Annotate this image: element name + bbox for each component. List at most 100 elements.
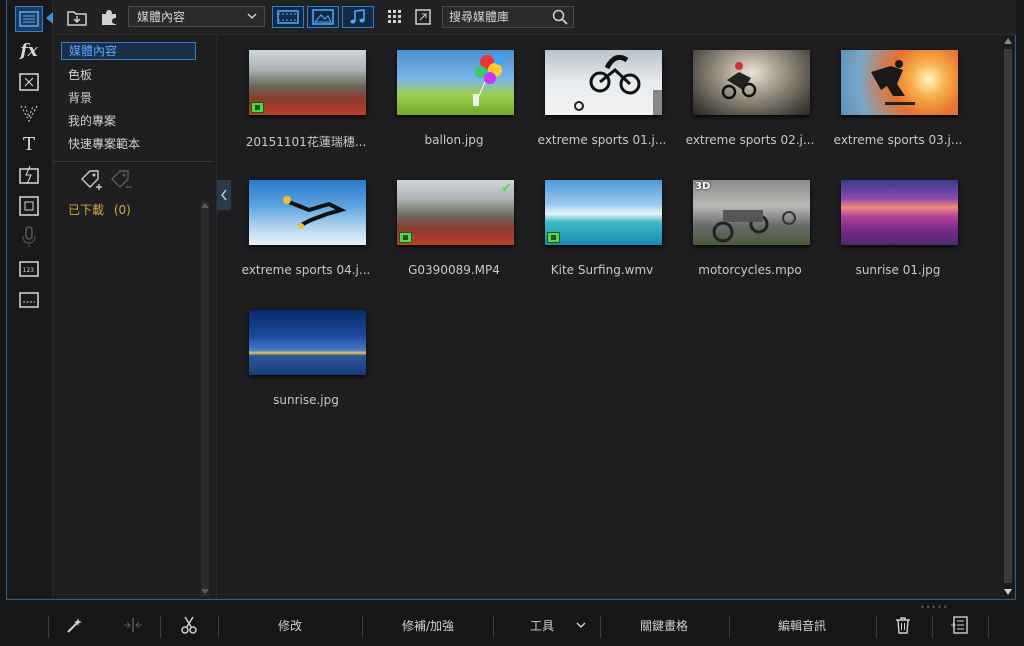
add-tag-button[interactable]: [79, 169, 103, 193]
thumbnail-skateboard-sunset: [841, 50, 958, 115]
collapse-category-panel-button[interactable]: [217, 180, 231, 210]
audio-mixing-room-button[interactable]: [15, 193, 43, 219]
scroll-up-arrow-icon[interactable]: [201, 203, 209, 208]
filter-image-button[interactable]: [307, 6, 339, 28]
keyframe-button[interactable]: 關鍵畫格: [630, 616, 698, 636]
media-tile[interactable]: ballon.jpg: [380, 35, 528, 147]
media-tile[interactable]: extreme sports 03.j...: [824, 35, 972, 147]
category-color-boards[interactable]: 色板: [61, 66, 196, 84]
media-tile[interactable]: ✔ G0390089.MP4: [380, 165, 528, 277]
search-input[interactable]: [443, 9, 551, 25]
thumbnail-rafting-clip: ✔: [397, 180, 514, 245]
scroll-down-arrow-icon[interactable]: [1004, 589, 1012, 595]
tools-button[interactable]: 工具: [520, 616, 564, 636]
trash-icon: [896, 617, 910, 634]
title-t-icon: T: [22, 133, 35, 155]
transition-room-button[interactable]: [15, 162, 43, 188]
category-scrollbar[interactable]: [201, 201, 209, 596]
scroll-up-arrow-icon[interactable]: [1004, 38, 1012, 44]
magic-wand-icon: [67, 618, 82, 633]
tools-dropdown-button[interactable]: [570, 614, 592, 636]
category-my-projects[interactable]: 我的專案: [61, 112, 196, 130]
expand-library-button[interactable]: [412, 7, 434, 27]
library-category-panel: 媒體內容 色板 背景 我的專案 快速專案範本 已下載 (0): [53, 35, 217, 598]
plugins-button[interactable]: [98, 7, 120, 27]
media-tile[interactable]: 3D motorcycles.mpo: [676, 165, 824, 277]
library-toolbar: 媒體內容: [53, 0, 1016, 35]
media-library-grid: 20151101花蓮瑞穗... ballon.jpg extreme sport…: [232, 35, 1002, 598]
checkmark-icon: ✔: [501, 181, 512, 196]
fix-enhance-button[interactable]: 修補/加強: [392, 616, 464, 636]
video-file-icon: [251, 102, 264, 113]
title-room-button[interactable]: T: [15, 131, 43, 157]
expand-window-icon: [415, 9, 431, 25]
media-file-name: extreme sports 04.j...: [241, 263, 371, 277]
media-room-button[interactable]: [15, 6, 43, 32]
video-file-icon: [547, 232, 560, 243]
edit-audio-button[interactable]: 編輯音訊: [768, 616, 836, 636]
media-tile[interactable]: extreme sports 02.j...: [676, 35, 824, 147]
media-file-name: extreme sports 03.j...: [833, 133, 963, 147]
media-tile[interactable]: extreme sports 01.j...: [528, 35, 676, 147]
fx-room-button[interactable]: fx: [15, 38, 43, 64]
fx-icon: fx: [20, 41, 38, 61]
downloaded-label: 已下載: [68, 203, 105, 217]
room-toolbar: fx T 123: [7, 0, 53, 598]
thumbnail-skydiving: [249, 180, 366, 245]
filter-video-button[interactable]: [272, 6, 304, 28]
filter-audio-button[interactable]: [342, 6, 374, 28]
separator: [493, 616, 494, 638]
media-tile[interactable]: extreme sports 04.j...: [232, 165, 380, 277]
thumbnail-motorcycles: 3D: [693, 180, 810, 245]
media-file-name: Kite Surfing.wmv: [550, 263, 654, 277]
search-icon[interactable]: [552, 9, 568, 28]
import-media-button[interactable]: [66, 7, 88, 27]
chevron-down-icon: [246, 10, 258, 25]
library-scrollbar[interactable]: [1002, 35, 1014, 598]
scrollbar-thumb[interactable]: [1004, 49, 1012, 583]
delete-button[interactable]: [892, 614, 914, 636]
media-room-icon: [19, 11, 39, 27]
category-media-content[interactable]: 媒體內容: [61, 42, 196, 60]
downloaded-count: (0): [113, 203, 131, 217]
thumbnail-motocross-jump: [693, 50, 810, 115]
media-tile[interactable]: 20151101花蓮瑞穗...: [232, 35, 380, 149]
media-tile[interactable]: sunrise.jpg: [232, 295, 380, 407]
trim-button[interactable]: [178, 614, 200, 636]
thumbnail-sunrise-flowers: [841, 180, 958, 245]
split-button[interactable]: [122, 614, 144, 636]
remove-tag-button[interactable]: [109, 169, 133, 193]
import-folder-icon: [67, 11, 87, 26]
pip-room-button[interactable]: [15, 69, 43, 95]
chapter-room-button[interactable]: 123: [15, 256, 43, 282]
modify-button[interactable]: 修改: [260, 616, 320, 636]
magic-tools-button[interactable]: [64, 614, 86, 636]
media-tile[interactable]: sunrise 01.jpg: [824, 165, 972, 277]
view-mode-button[interactable]: [384, 7, 406, 27]
separator: [218, 616, 219, 638]
media-file-name: G0390089.MP4: [408, 263, 500, 277]
scroll-down-arrow-icon[interactable]: [201, 589, 209, 594]
produce-range-button[interactable]: [948, 614, 970, 636]
particle-room-button[interactable]: [15, 100, 43, 126]
dropdown-value: 媒體內容: [137, 10, 186, 24]
edit-toolbar: 修改 修補/加強 工具 關鍵畫格 編輯音訊: [0, 608, 1024, 646]
category-backgrounds[interactable]: 背景: [61, 89, 196, 107]
voice-over-room-button[interactable]: [15, 224, 43, 250]
grid-dots-icon: [388, 10, 401, 23]
separator: [932, 616, 933, 638]
separator: [362, 616, 363, 638]
video-file-icon: [399, 232, 412, 243]
pip-icon: [19, 73, 39, 91]
downloaded-category[interactable]: 已下載 (0): [68, 201, 131, 218]
separator: [600, 616, 601, 638]
category-express-templates[interactable]: 快速專案範本: [61, 135, 196, 153]
subtitle-room-button[interactable]: [15, 287, 43, 313]
media-tile[interactable]: Kite Surfing.wmv: [528, 165, 676, 277]
puzzle-piece-icon: [102, 10, 116, 25]
scissors-icon: [181, 616, 197, 634]
library-category-dropdown[interactable]: 媒體內容: [128, 6, 265, 27]
separator: [988, 616, 989, 638]
category-divider: [53, 161, 214, 162]
badge-3d: 3D: [695, 181, 711, 192]
